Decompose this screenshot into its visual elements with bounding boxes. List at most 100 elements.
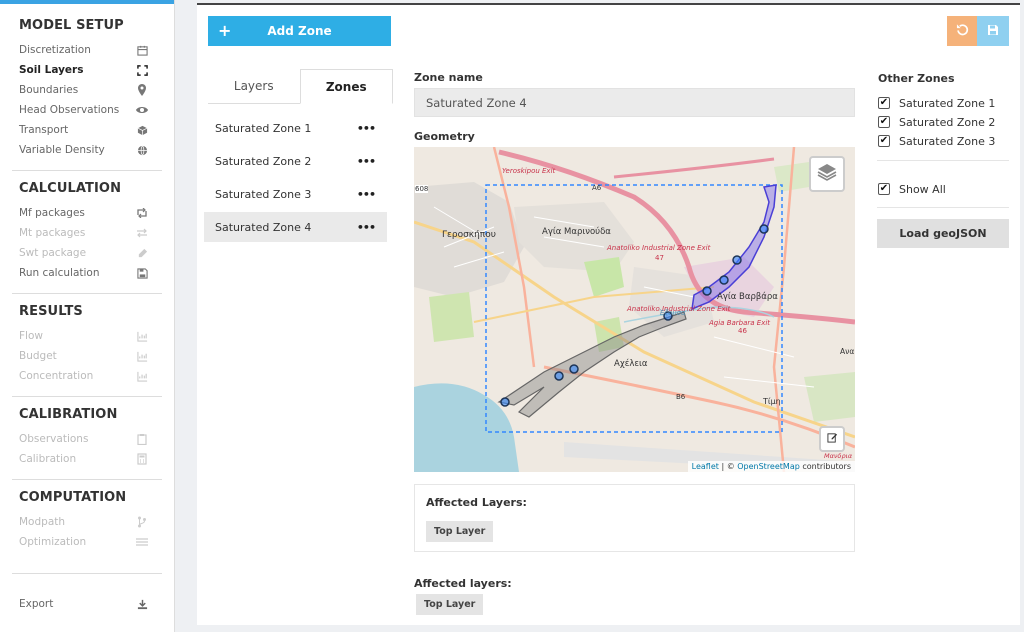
zone-item-label: Saturated Zone 1	[215, 121, 312, 135]
zone-name-input[interactable]	[414, 88, 855, 117]
sidebar-section-title: MODEL SETUP	[19, 18, 124, 33]
zone-item-2[interactable]: Saturated Zone 2 •••	[204, 146, 387, 176]
sidebar-item-concentration[interactable]: Concentration	[12, 366, 162, 386]
sidebar-item-label: Export	[19, 598, 54, 610]
attribution-text: contributors	[799, 462, 851, 471]
sidebar-item-label: Mf packages	[19, 207, 85, 219]
save-button[interactable]	[977, 16, 1009, 46]
map-label-exit: Agia Barbara Exit	[709, 319, 771, 327]
sidebar-item-transport[interactable]: Transport	[0, 120, 174, 140]
zone-list: Saturated Zone 1 ••• Saturated Zone 2 ••…	[204, 113, 387, 245]
sidebar-item-variable-density[interactable]: Variable Density	[0, 140, 174, 160]
affected-layers-panel: Affected Layers: Top Layer	[414, 484, 855, 552]
add-zone-button[interactable]: + Add Zone	[208, 16, 391, 46]
checkbox[interactable]: ✔	[878, 97, 890, 109]
checkbox[interactable]: ✔	[878, 135, 890, 147]
sidebar-item-label: Swt package	[19, 247, 87, 259]
sidebar-item-label: Calibration	[19, 453, 77, 465]
layers-icon	[817, 163, 837, 185]
sidebar-item-discretization[interactable]: Discretization	[0, 40, 174, 60]
layers-zones-tabs: Layers Zones	[208, 69, 393, 104]
zone-item-3[interactable]: Saturated Zone 3 •••	[204, 179, 387, 209]
more-options-icon[interactable]: •••	[357, 188, 376, 201]
map-label-edge: Μανδρια	[824, 452, 853, 460]
map-label-exit: 47	[655, 254, 664, 262]
sidebar-item-observations[interactable]: Observations	[12, 429, 162, 449]
sidebar-section-title: CALIBRATION	[19, 407, 118, 422]
chart-icon	[136, 370, 148, 382]
geometry-label: Geometry	[414, 130, 475, 143]
add-zone-label: Add Zone	[267, 24, 332, 38]
other-zone-toggle-3[interactable]: ✔ Saturated Zone 3	[878, 133, 995, 149]
main-panel: + Add Zone Layers Zones Saturated Zone 1…	[197, 3, 1020, 625]
sidebar: MODEL SETUP Discretization Soil Layers Boun…	[0, 0, 175, 632]
tab-zones[interactable]: Zones	[299, 69, 393, 104]
sidebar-item-label: Mt packages	[19, 227, 86, 239]
checkbox[interactable]: ✔	[878, 116, 890, 128]
sidebar-item-label: Modpath	[19, 516, 66, 528]
edit-geometry-button[interactable]	[819, 426, 845, 452]
layer-tag: Top Layer	[416, 594, 484, 615]
map-label-exit: 46	[738, 327, 747, 335]
sidebar-item-boundaries[interactable]: Boundaries	[0, 80, 174, 100]
layers-control-button[interactable]	[809, 156, 845, 192]
load-geojson-button[interactable]: Load geoJSON	[877, 219, 1009, 248]
openstreetmap-link[interactable]: OpenStreetMap	[737, 462, 800, 471]
sidebar-item-run-calculation[interactable]: Run calculation	[12, 263, 162, 283]
sidebar-item-mf-packages[interactable]: Mf packages	[12, 203, 162, 223]
map-attribution: Leaflet | © OpenStreetMap contributors	[687, 461, 855, 472]
sidebar-item-label: Discretization	[19, 44, 91, 56]
sidebar-section-calculation: CALCULATION Mf packages Mt packages Swt pac…	[12, 170, 162, 283]
sidebar-item-label: Flow	[19, 330, 43, 342]
zone-item-4[interactable]: Saturated Zone 4 •••	[204, 212, 387, 242]
sidebar-item-mt-packages[interactable]: Mt packages	[12, 223, 162, 243]
map-label-town: Αχέλεια	[614, 359, 648, 369]
zone-item-label: Saturated Zone 2	[215, 154, 312, 168]
save-icon	[136, 267, 148, 279]
map-label-town: Αγία Μαρινούδα	[542, 227, 611, 237]
expand-icon	[136, 64, 148, 76]
sidebar-item-label: Optimization	[19, 536, 87, 548]
more-options-icon[interactable]: •••	[357, 221, 376, 234]
sidebar-item-optimization[interactable]: Optimization	[12, 532, 162, 552]
globe-icon	[136, 144, 148, 156]
map-label-road: 608	[415, 185, 429, 193]
zone-item-1[interactable]: Saturated Zone 1 •••	[204, 113, 387, 143]
sidebar-item-label: Boundaries	[19, 84, 79, 96]
plus-icon: +	[218, 21, 232, 40]
affected-layers-label: Affected layers:	[414, 577, 512, 590]
other-zone-label: Saturated Zone 1	[899, 96, 996, 110]
sidebar-item-calibration[interactable]: Calibration	[12, 449, 162, 469]
sidebar-item-label: Head Observations	[19, 104, 120, 116]
checkbox[interactable]: ✔	[878, 183, 890, 195]
sidebar-item-label: Soil Layers	[19, 64, 84, 76]
show-all-toggle[interactable]: ✔ Show All	[878, 181, 946, 197]
leaflet-link[interactable]: Leaflet	[692, 462, 719, 471]
geometry-map[interactable]: Γεροσκήπου Αγία Μαρινούδα Αγία Βαρβάρα Α…	[414, 147, 855, 472]
sidebar-section-calibration: CALIBRATION Observations Calibration	[12, 396, 162, 469]
zone-name-label: Zone name	[414, 71, 483, 84]
more-options-icon[interactable]: •••	[357, 155, 376, 168]
map-pin-icon	[136, 84, 148, 96]
map-label-town: Τίμη	[763, 397, 781, 406]
sidebar-item-label: Run calculation	[19, 267, 100, 279]
cube-icon	[136, 124, 148, 136]
sidebar-item-flow[interactable]: Flow	[12, 326, 162, 346]
other-zone-toggle-2[interactable]: ✔ Saturated Zone 2	[878, 114, 995, 130]
map-label-river: Έζουσα	[659, 309, 686, 317]
save-icon	[987, 24, 999, 39]
retweet-icon	[136, 207, 148, 219]
more-options-icon[interactable]: •••	[357, 122, 376, 135]
sidebar-item-swt-package[interactable]: Swt package	[12, 243, 162, 263]
undo-button[interactable]	[947, 16, 977, 46]
branch-icon	[136, 516, 148, 528]
sidebar-item-modpath[interactable]: Modpath	[12, 512, 162, 532]
divider	[877, 207, 1009, 208]
sidebar-item-soil-layers[interactable]: Soil Layers	[0, 60, 174, 80]
sidebar-item-export[interactable]: Export	[12, 594, 162, 614]
sidebar-item-budget[interactable]: Budget	[12, 346, 162, 366]
tab-layers[interactable]: Layers	[208, 69, 300, 103]
other-zone-toggle-1[interactable]: ✔ Saturated Zone 1	[878, 95, 995, 111]
chart-icon	[136, 330, 148, 342]
sidebar-item-head-observations[interactable]: Head Observations	[0, 100, 174, 120]
